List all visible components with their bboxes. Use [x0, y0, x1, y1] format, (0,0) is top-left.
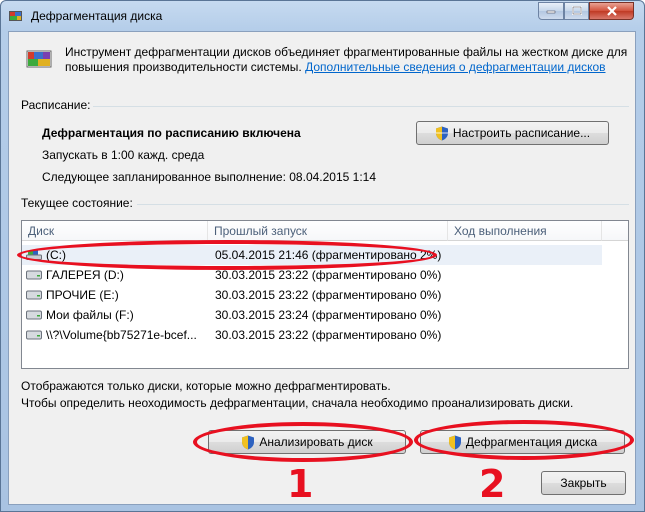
schedule-group-label: Расписание: — [21, 98, 91, 112]
disk-last-run: 30.03.2015 23:22 (фрагментировано 0%) — [215, 288, 442, 302]
uac-shield-icon — [242, 435, 255, 449]
defrag-header-icon — [26, 50, 52, 68]
minimize-button[interactable] — [538, 2, 564, 20]
client-area: Инструмент дефрагментации дисков объедин… — [8, 31, 636, 506]
more-info-link[interactable]: Дополнительные сведения о дефрагментации… — [305, 60, 605, 74]
column-header-filler — [602, 221, 628, 241]
disk-name: ПРОЧИЕ (E:) — [46, 288, 119, 302]
defrag-disk-label: Дефрагментация диска — [465, 435, 598, 449]
uac-shield-icon — [435, 126, 448, 140]
analyze-disk-button[interactable]: Анализировать диск — [208, 430, 406, 454]
annotation-number-1: 1 — [287, 462, 314, 506]
annotation-number-2: 2 — [479, 462, 506, 506]
close-icon — [606, 6, 617, 16]
drive-icon — [26, 290, 42, 300]
close-button-label: Закрыть — [560, 476, 607, 490]
minimize-icon — [546, 10, 556, 14]
column-header-progress[interactable]: Ход выполнения — [448, 221, 602, 241]
title-bar[interactable]: Дефрагментация диска — [1, 1, 644, 31]
disk-last-run: 05.04.2015 21:46 (фрагментировано 2%) — [215, 248, 442, 262]
drive-icon — [26, 310, 42, 320]
schedule-run-at: Запускать в 1:00 кажд. среда — [42, 148, 205, 162]
disk-row[interactable]: ГАЛЕРЕЯ (D:) 30.03.2015 23:22 (фрагменти… — [22, 265, 602, 285]
disk-name: (C:) — [46, 248, 66, 262]
current-state-divider — [137, 204, 629, 205]
schedule-next-run: Следующее запланированное выполнение: 08… — [42, 170, 377, 184]
column-header-last-run[interactable]: Прошлый запуск — [208, 221, 448, 241]
configure-schedule-button[interactable]: Настроить расписание... — [416, 121, 609, 145]
disk-row[interactable]: \\?\Volume{bb75271e-bcef... 30.03.2015 2… — [22, 325, 602, 345]
disk-row[interactable]: (C:) 05.04.2015 21:46 (фрагментировано 2… — [22, 245, 602, 265]
disk-name: \\?\Volume{bb75271e-bcef... — [46, 328, 197, 342]
configure-schedule-label: Настроить расписание... — [452, 126, 591, 140]
defrag-window: Дефрагментация диска Инструмент дефрагме… — [0, 0, 645, 512]
maximize-button[interactable] — [564, 2, 589, 20]
defrag-disk-button[interactable]: Дефрагментация диска — [420, 430, 625, 454]
system-drive-icon — [26, 250, 42, 260]
close-button[interactable]: Закрыть — [541, 471, 626, 495]
disk-list[interactable]: Диск Прошлый запуск Ход выполнения (C:) … — [21, 220, 629, 369]
current-state-group-label: Текущее состояние: — [21, 196, 133, 210]
drive-icon — [26, 330, 42, 340]
disk-row[interactable]: ПРОЧИЕ (E:) 30.03.2015 23:22 (фрагментир… — [22, 285, 602, 305]
schedule-divider — [93, 106, 629, 107]
drive-icon — [26, 270, 42, 280]
defrag-app-icon — [9, 11, 22, 21]
column-header-disk[interactable]: Диск — [22, 221, 208, 241]
disk-last-run: 30.03.2015 23:22 (фрагментировано 0%) — [215, 268, 442, 282]
disk-name: ГАЛЕРЕЯ (D:) — [46, 268, 124, 282]
note-line-1: Отображаются только диски, которые можно… — [21, 379, 391, 393]
intro-text: Инструмент дефрагментации дисков объедин… — [65, 45, 629, 75]
disk-row[interactable]: Мои файлы (F:) 30.03.2015 23:24 (фрагмен… — [22, 305, 602, 325]
note-line-2: Чтобы определить неоходимость дефрагмент… — [21, 396, 574, 410]
window-title: Дефрагментация диска — [31, 9, 163, 23]
close-window-button[interactable] — [589, 2, 634, 20]
disk-last-run: 30.03.2015 23:24 (фрагментировано 0%) — [215, 308, 442, 322]
maximize-icon — [571, 6, 582, 15]
disk-last-run: 30.03.2015 23:22 (фрагментировано 0%) — [215, 328, 442, 342]
disk-name: Мои файлы (F:) — [46, 308, 134, 322]
uac-shield-icon — [448, 435, 461, 449]
analyze-disk-label: Анализировать диск — [259, 435, 373, 449]
schedule-status: Дефрагментация по расписанию включена — [42, 126, 301, 140]
